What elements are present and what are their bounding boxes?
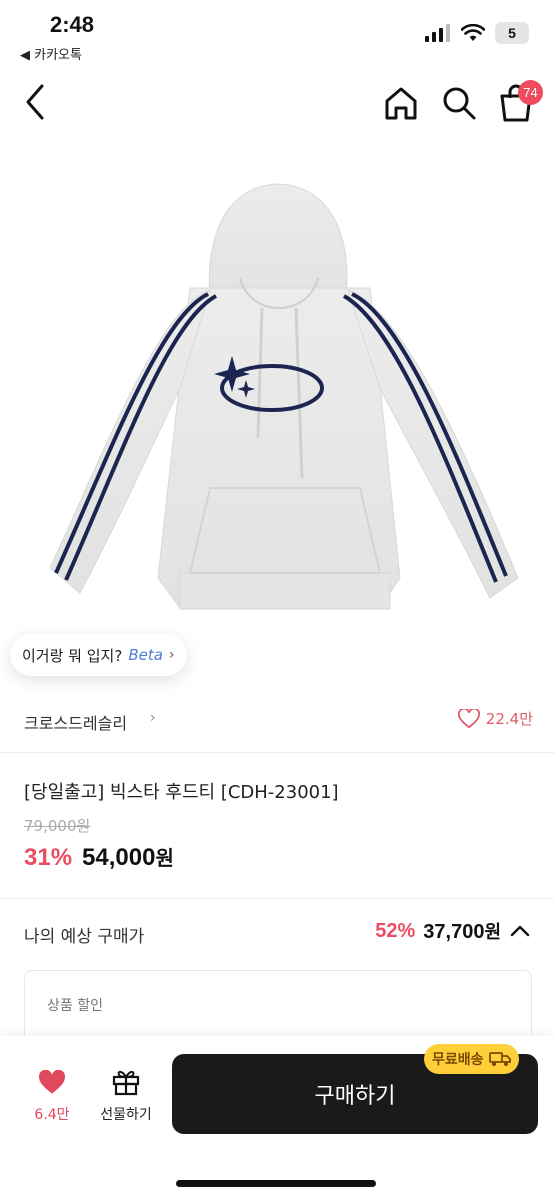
final-price-number: 54,000 — [82, 844, 156, 871]
chevron-right-icon: › — [168, 647, 175, 663]
brand-name-link[interactable]: 크로스드레슬리 — [24, 710, 127, 734]
bottom-action-bar: 6.4만 선물하기 구매하기 무료배송 — [0, 1036, 555, 1200]
chevron-up-icon[interactable] — [509, 923, 531, 939]
ai-chip-label: 이거랑 뭐 입지? — [22, 646, 123, 665]
heart-filled-icon — [39, 1069, 65, 1094]
cart-count-badge: 74 — [518, 80, 543, 105]
like-button[interactable]: 6.4만 — [24, 1069, 80, 1124]
expected-price-row[interactable]: 나의 예상 구매가 52% 37,700원 — [0, 918, 555, 952]
section-divider — [0, 898, 555, 899]
expected-price-summary: 52% 37,700원 — [375, 918, 531, 944]
final-price: 54,000원 — [82, 842, 174, 872]
brand-like-count: 22.4만 — [485, 710, 533, 728]
product-image[interactable] — [40, 178, 520, 628]
home-indicator — [176, 1180, 376, 1187]
top-nav — [0, 72, 555, 132]
back-arrow-icon[interactable] — [18, 80, 54, 124]
product-discount-label: 상품 할인 — [47, 998, 103, 1014]
status-icons: 5 — [425, 22, 529, 44]
beta-label: Beta — [128, 646, 163, 664]
back-to-app-link[interactable]: ◀ 카카오톡 — [20, 44, 82, 63]
gift-button[interactable]: 선물하기 — [90, 1068, 162, 1124]
original-price: 79,000원 — [24, 817, 91, 835]
free-shipping-label: 무료배송 — [432, 1052, 484, 1068]
final-price-currency: 원 — [155, 846, 174, 870]
expected-price: 37,700원 — [423, 918, 501, 944]
battery-indicator: 5 — [495, 22, 529, 44]
brand-like-button[interactable]: 22.4만 — [457, 708, 533, 729]
delivery-truck-icon — [488, 1052, 511, 1066]
heart-outline-icon — [457, 708, 480, 728]
expected-discount-rate: 52% — [375, 919, 416, 942]
product-title: [당일출고] 빅스타 후드티 [CDH-23001] — [24, 782, 339, 803]
signal-icon — [425, 24, 450, 42]
like-count: 6.4만 — [34, 1107, 70, 1123]
home-icon[interactable] — [382, 84, 420, 122]
wifi-icon — [461, 24, 485, 41]
brand-row: 크로스드레슬리 › 22.4만 — [0, 700, 555, 744]
status-bar: 2:48 ◀ 카카오톡 5 — [0, 0, 555, 66]
expected-price-currency: 원 — [484, 922, 501, 943]
gift-label: 선물하기 — [100, 1107, 152, 1123]
divider — [0, 752, 555, 753]
discount-rate: 31% — [24, 844, 73, 871]
free-shipping-badge: 무료배송 — [424, 1044, 519, 1074]
expected-price-number: 37,700 — [423, 921, 485, 943]
expected-price-label: 나의 예상 구매가 — [24, 927, 145, 947]
clock: 2:48 — [50, 12, 95, 37]
search-icon[interactable] — [440, 84, 478, 122]
gift-icon — [112, 1070, 140, 1096]
chevron-right-icon: › — [150, 710, 156, 726]
ai-style-suggestion-chip[interactable]: 이거랑 뭐 입지? Beta › — [10, 634, 187, 676]
price-row: 31% 54,000원 — [24, 842, 174, 872]
